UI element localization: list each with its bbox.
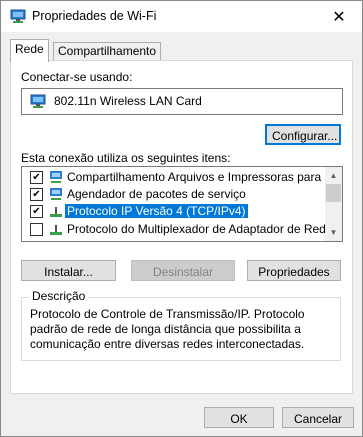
- list-item[interactable]: ✔ Agendador de pacotes de serviço: [22, 186, 322, 202]
- item-label: Protocolo IP Versão 4 (TCP/IPv4): [65, 204, 248, 218]
- scroll-down-icon[interactable]: ▼: [325, 224, 342, 241]
- scroll-up-icon[interactable]: ▲: [325, 167, 342, 184]
- window-title: Propriedades de Wi-Fi: [32, 9, 157, 23]
- list-item[interactable]: Protocolo do Multiplexador de Adaptador …: [22, 221, 342, 240]
- scroll-thumb[interactable]: [326, 184, 341, 202]
- item-label: Agendador de pacotes de serviço: [67, 187, 246, 201]
- properties-button[interactable]: Propriedades: [247, 260, 341, 281]
- protocol-icon: [48, 221, 64, 240]
- items-list[interactable]: ✔ Compartilhamento Arquivos e Impressora…: [21, 166, 343, 242]
- tab-label: Rede: [15, 42, 44, 56]
- list-item[interactable]: ✔ Protocolo IP Versão 4 (TCP/IPv4): [22, 203, 322, 219]
- adapter-field: 802.11n Wireless LAN Card: [21, 88, 343, 115]
- title-bar: Propriedades de Wi-Fi ✕: [1, 1, 362, 32]
- item-label: Compartilhamento Arquivos e Impressoras …: [67, 170, 343, 184]
- adapter-name: 802.11n Wireless LAN Card: [54, 94, 202, 108]
- connect-label: Conectar-se usando:: [21, 70, 133, 84]
- description-text: Protocolo de Controle de Transmissão/IP.…: [30, 307, 305, 351]
- configure-button[interactable]: Configurar...: [265, 124, 341, 145]
- uninstall-button[interactable]: Desinstalar: [131, 260, 235, 281]
- tab-compartilhamento[interactable]: Compartilhamento: [53, 42, 162, 61]
- tab-rede[interactable]: Rede: [10, 39, 49, 62]
- install-button[interactable]: Instalar...: [21, 260, 116, 281]
- ok-button[interactable]: OK: [204, 407, 274, 428]
- protocol-icon: [48, 203, 64, 222]
- checkbox[interactable]: ✔: [30, 171, 43, 184]
- tab-label: Compartilhamento: [58, 44, 157, 58]
- list-item[interactable]: ✔ Compartilhamento Arquivos e Impressora…: [22, 169, 342, 185]
- vertical-scrollbar[interactable]: ▲ ▼: [325, 167, 342, 241]
- properties-dialog: Propriedades de Wi-Fi ✕ Rede Compartilha…: [0, 0, 363, 437]
- tab-panel: Conectar-se usando: 802.11n Wireless LAN…: [10, 60, 353, 394]
- checkbox[interactable]: [30, 223, 43, 236]
- item-label: Protocolo do Multiplexador de Adaptador …: [67, 222, 343, 236]
- network-adapter-icon: [10, 9, 26, 26]
- items-label: Esta conexão utiliza os seguintes itens:: [21, 151, 231, 165]
- checkbox[interactable]: ✔: [30, 188, 43, 201]
- checkbox[interactable]: ✔: [30, 205, 43, 218]
- description-title: Descrição: [29, 289, 89, 303]
- network-adapter-icon: [30, 94, 46, 111]
- close-icon[interactable]: ✕: [316, 1, 362, 32]
- cancel-button[interactable]: Cancelar: [282, 407, 354, 428]
